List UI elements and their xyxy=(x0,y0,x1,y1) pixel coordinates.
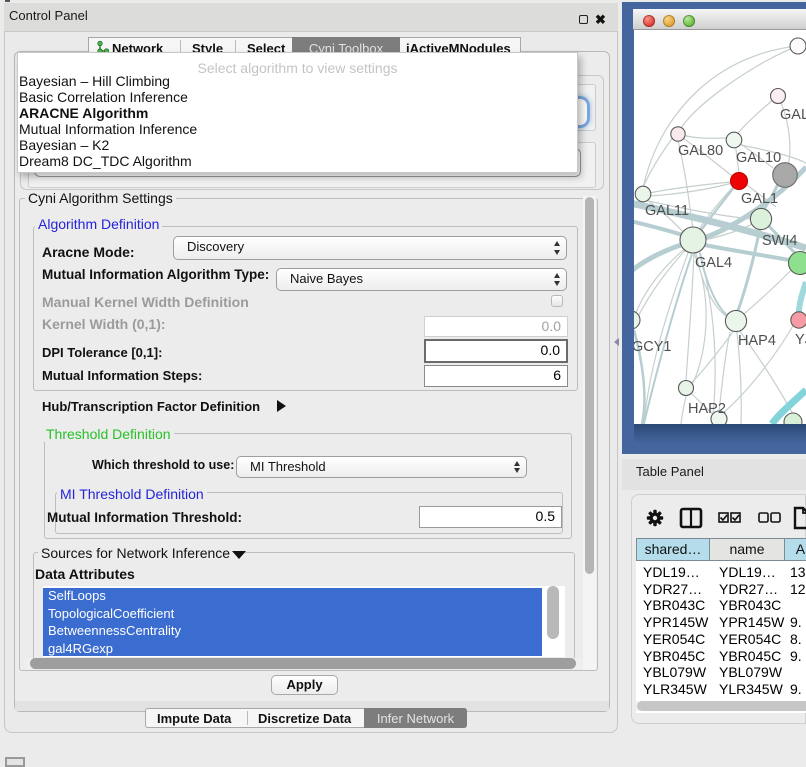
svg-text:HAP4: HAP4 xyxy=(738,333,776,349)
svg-text:GAL11: GAL11 xyxy=(645,203,689,219)
svg-text:GAL80: GAL80 xyxy=(678,143,723,159)
svg-text:YJ: YJ xyxy=(795,332,806,348)
svg-text:GAL1: GAL1 xyxy=(741,191,778,207)
svg-text:GCY1: GCY1 xyxy=(634,339,672,355)
svg-text:HAP2: HAP2 xyxy=(688,401,726,417)
svg-text:GAL7: GAL7 xyxy=(780,107,806,123)
svg-text:GAL10: GAL10 xyxy=(736,150,781,166)
svg-text:GAL4: GAL4 xyxy=(695,255,732,271)
svg-text:SWI4: SWI4 xyxy=(762,233,797,249)
